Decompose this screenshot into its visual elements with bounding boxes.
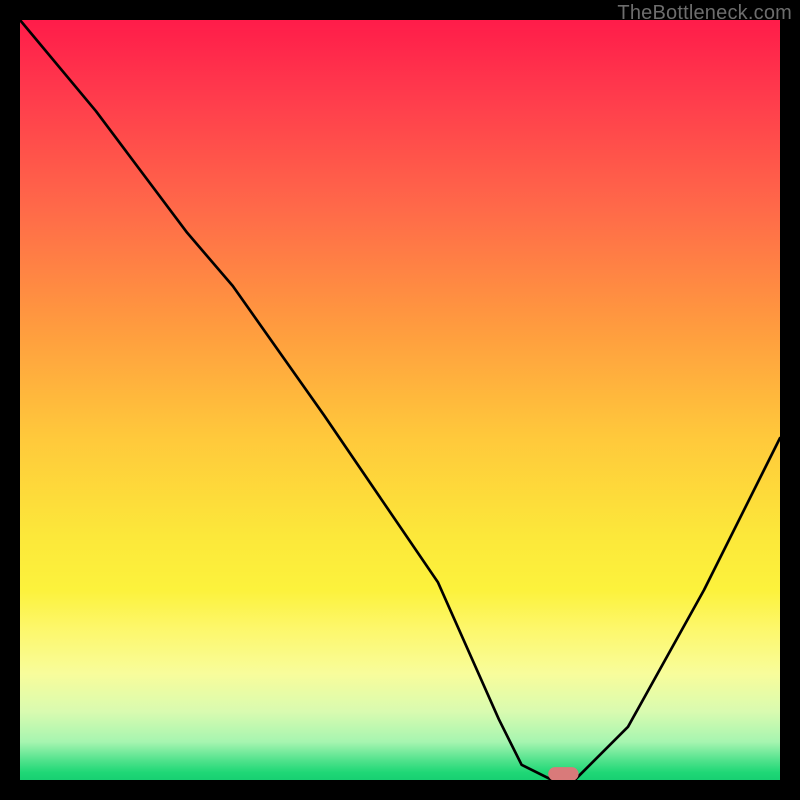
chart-svg — [20, 20, 780, 780]
plot-area — [20, 20, 780, 780]
curve-line — [20, 20, 780, 780]
valley-marker — [548, 767, 578, 780]
chart-frame: TheBottleneck.com — [0, 0, 800, 800]
